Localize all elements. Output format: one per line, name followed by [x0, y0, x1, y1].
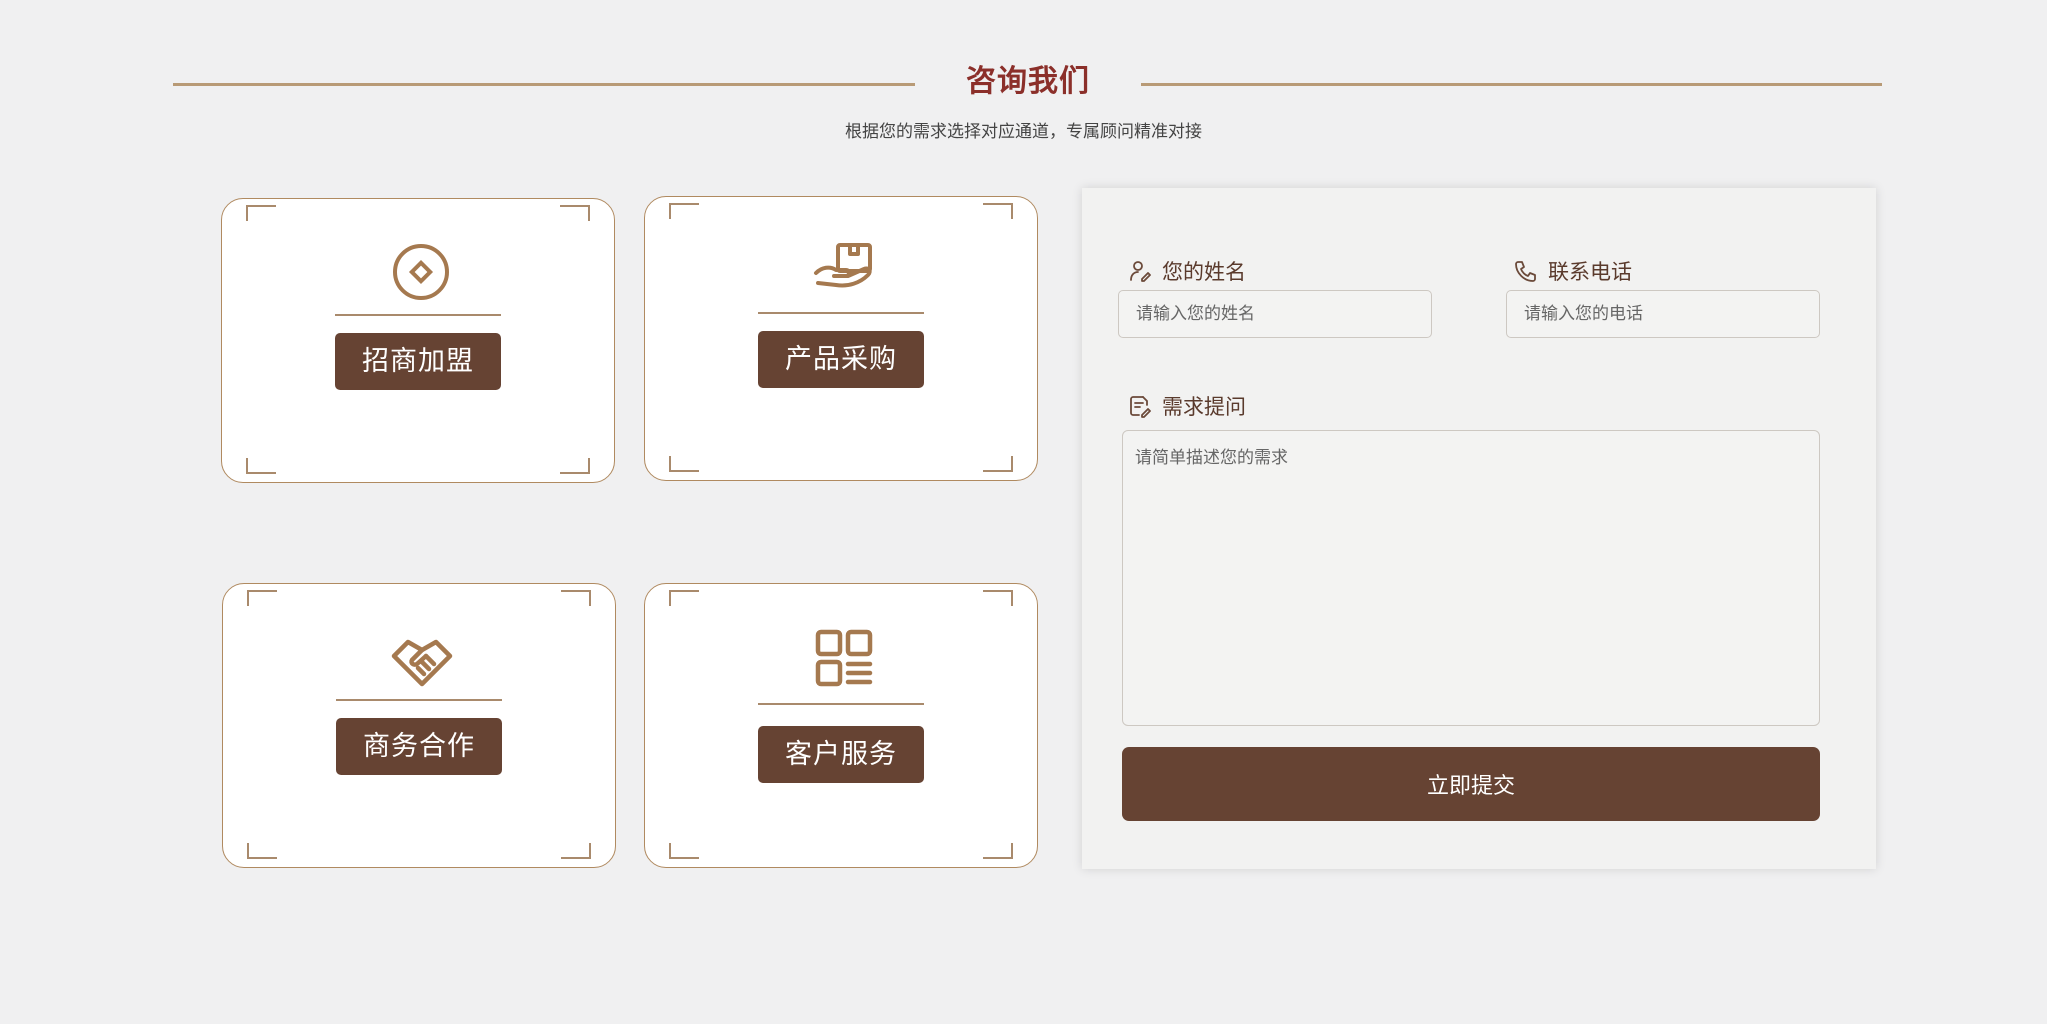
- phone-field-label: 联系电话: [1514, 256, 1632, 286]
- title-divider-right: [1141, 83, 1882, 86]
- corner-decoration: [247, 843, 277, 859]
- name-label-text: 您的姓名: [1162, 260, 1246, 284]
- coin-icon: [389, 241, 453, 305]
- corner-decoration: [247, 590, 277, 606]
- phone-input[interactable]: [1506, 290, 1820, 338]
- corner-decoration: [669, 456, 699, 472]
- hand-box-icon: [812, 239, 876, 303]
- note-edit-icon: [1128, 394, 1162, 418]
- card-divider: [758, 703, 924, 705]
- corner-decoration: [669, 590, 699, 606]
- corner-decoration: [246, 458, 276, 474]
- card-customer-service[interactable]: 客户服务: [644, 583, 1038, 868]
- name-field-label: 您的姓名: [1128, 256, 1246, 286]
- card-procurement[interactable]: 产品采购: [644, 196, 1038, 481]
- name-input[interactable]: [1118, 290, 1432, 338]
- corner-decoration: [560, 458, 590, 474]
- card-label-franchise: 招商加盟: [335, 333, 501, 390]
- card-divider: [335, 314, 501, 316]
- corner-decoration: [669, 203, 699, 219]
- card-divider: [758, 312, 924, 314]
- request-field-label: 需求提问: [1128, 391, 1246, 421]
- card-label-customer-service: 客户服务: [758, 726, 924, 783]
- contact-form: 您的姓名 联系电话 需求提问 立即提交: [1082, 188, 1876, 869]
- page-subtitle: 根据您的需求选择对应通道，专属顾问精准对接: [845, 122, 1202, 142]
- handshake-icon: [390, 626, 454, 690]
- card-business-cooperation[interactable]: 商务合作: [222, 583, 616, 868]
- corner-decoration: [983, 203, 1013, 219]
- request-label-text: 需求提问: [1162, 395, 1246, 419]
- submit-button[interactable]: 立即提交: [1122, 747, 1820, 821]
- service-grid-icon: [812, 626, 876, 690]
- phone-icon: [1514, 259, 1548, 283]
- corner-decoration: [983, 590, 1013, 606]
- title-divider-left: [173, 83, 915, 86]
- corner-decoration: [246, 205, 276, 221]
- request-textarea[interactable]: [1122, 430, 1820, 726]
- corner-decoration: [669, 843, 699, 859]
- card-divider: [336, 699, 502, 701]
- corner-decoration: [983, 456, 1013, 472]
- card-label-business-cooperation: 商务合作: [336, 718, 502, 775]
- user-edit-icon: [1128, 259, 1162, 283]
- corner-decoration: [561, 843, 591, 859]
- page-title: 咨询我们: [966, 64, 1090, 99]
- card-franchise[interactable]: 招商加盟: [221, 198, 615, 483]
- card-label-procurement: 产品采购: [758, 331, 924, 388]
- consult-page: 咨询我们 根据您的需求选择对应通道，专属顾问精准对接 招商加盟 产品采购 商务合…: [0, 0, 2047, 1024]
- corner-decoration: [561, 590, 591, 606]
- corner-decoration: [983, 843, 1013, 859]
- phone-label-text: 联系电话: [1548, 260, 1632, 284]
- corner-decoration: [560, 205, 590, 221]
